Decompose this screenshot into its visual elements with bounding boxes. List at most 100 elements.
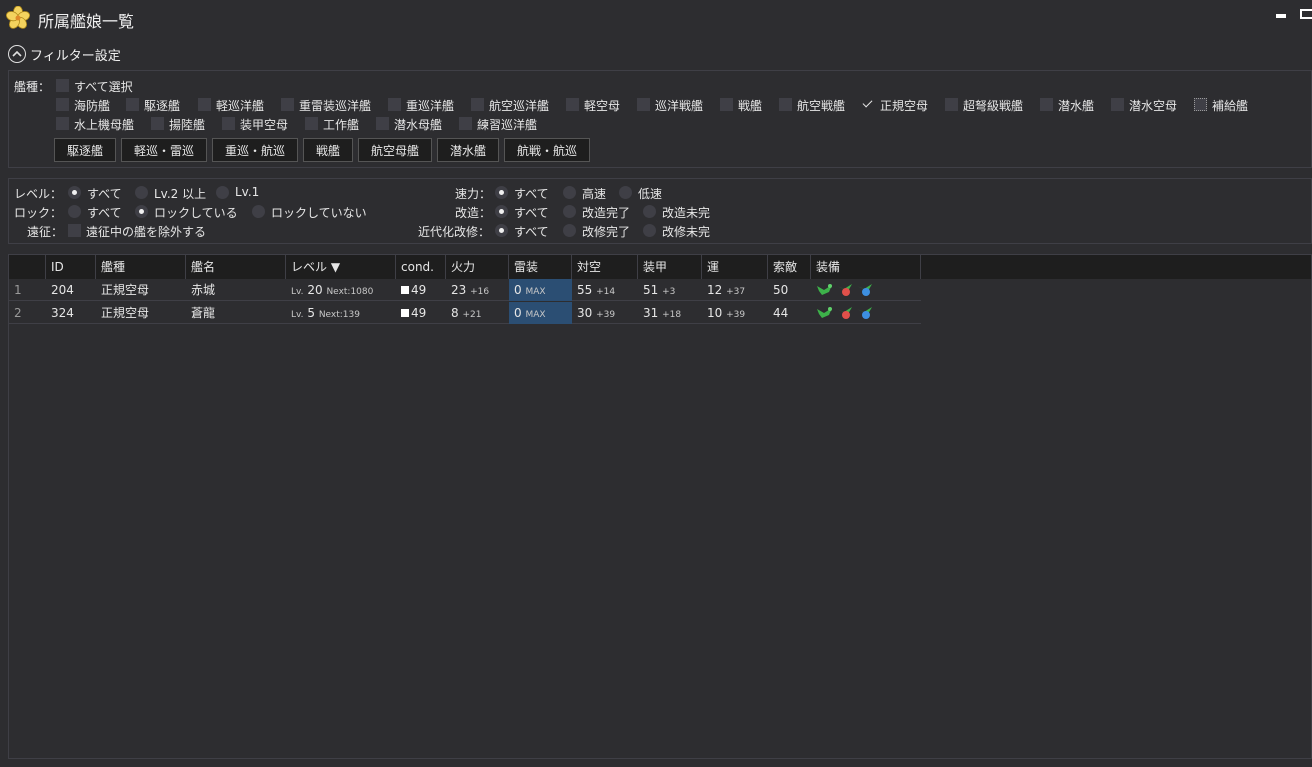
radio-label: Lv.2 以上: [154, 187, 207, 201]
radio-button[interactable]: [643, 205, 656, 218]
radio-button[interactable]: [135, 205, 148, 218]
preset-carrier-button[interactable]: 航空母艦: [358, 138, 432, 162]
preset-submarine-button[interactable]: 潜水艦: [437, 138, 499, 162]
radio-button[interactable]: [495, 186, 508, 199]
table-row[interactable]: 2 324 正規空母 蒼龍 Lv. 5 Next:139 49 8 +21 0 MAX 30 +…: [9, 302, 921, 324]
checkbox-box[interactable]: [779, 98, 792, 111]
checkbox-box[interactable]: [305, 117, 318, 130]
cell-row-number: 2: [14, 306, 22, 320]
ship-type-label: 駆逐艦: [144, 99, 181, 113]
radio-button[interactable]: [252, 205, 265, 218]
cell-cond: 49: [396, 302, 446, 324]
checkbox-box[interactable]: [945, 98, 958, 111]
col-header-luck[interactable]: 運: [702, 255, 768, 279]
checkbox-box[interactable]: [281, 98, 294, 111]
radio-label: すべて: [87, 206, 122, 220]
ship-type-label: 軽巡洋艦: [216, 99, 265, 113]
preset-aviation-battleship-button[interactable]: 航戦・航巡: [504, 138, 590, 162]
cond-value: 49: [411, 306, 427, 320]
firepower-mod: +21: [462, 310, 482, 320]
preset-destroyer-button[interactable]: 駆逐艦: [54, 138, 116, 162]
radio-button[interactable]: [495, 205, 508, 218]
col-header-name[interactable]: 艦名: [186, 255, 286, 279]
col-header-equipment[interactable]: 装備: [811, 255, 921, 279]
preset-heavy-cruiser-button[interactable]: 重巡・航巡: [212, 138, 298, 162]
radio-label: すべて: [514, 187, 549, 201]
ship-type-label: 潜水艦: [1058, 99, 1095, 113]
ship-type-label: 装甲空母: [240, 118, 289, 132]
expedition-label: 遠征：: [27, 225, 64, 239]
checkbox-box[interactable]: [151, 117, 164, 130]
filter-toggle[interactable]: フィルター設定: [8, 44, 121, 64]
checkbox-box[interactable]: [126, 98, 139, 111]
aa-value: 30: [577, 306, 593, 320]
radio-button[interactable]: [68, 186, 81, 199]
checkbox-box[interactable]: [1040, 98, 1053, 111]
maximize-icon[interactable]: [1300, 9, 1312, 19]
checkbox-box[interactable]: [1194, 98, 1207, 111]
level-value: 5: [307, 306, 315, 320]
ship-type-label: 潜水空母: [1129, 99, 1178, 113]
radio-button[interactable]: [495, 224, 508, 237]
cell-aa: 55 +14: [572, 279, 638, 301]
col-header-armor[interactable]: 装甲: [638, 255, 702, 279]
radio-button[interactable]: [135, 186, 148, 199]
radio-button[interactable]: [216, 186, 229, 199]
cell-ship-type: 正規空母: [101, 306, 150, 320]
cond-indicator: [401, 309, 409, 317]
col-header-firepower[interactable]: 火力: [446, 255, 509, 279]
checkbox-box[interactable]: [198, 98, 211, 111]
cell-equipment: [811, 302, 921, 324]
torpedo-value: 0: [514, 306, 522, 320]
armor-value: 51: [643, 283, 659, 297]
col-header-aa[interactable]: 対空: [572, 255, 638, 279]
radio-button[interactable]: [563, 186, 576, 199]
checkbox-box[interactable]: [222, 117, 235, 130]
checkbox-box[interactable]: [566, 98, 579, 111]
luck-mod: +37: [726, 287, 746, 297]
col-header-id[interactable]: ID: [46, 255, 96, 279]
cell-level: Lv. 5 Next:139: [286, 302, 396, 324]
ship-type-label: 揚陸艦: [169, 118, 206, 132]
checkbox-box[interactable]: [56, 98, 69, 111]
col-header-cond[interactable]: cond.: [396, 255, 446, 279]
table-row[interactable]: 1 204 正規空母 赤城 Lv. 20 Next:1080 49 23 +16 0 MAX 5…: [9, 279, 921, 301]
speed-label: 速力：: [455, 187, 492, 201]
radio-label: 高速: [582, 187, 607, 201]
radio-button[interactable]: [68, 205, 81, 218]
cell-ship-name: 赤城: [191, 283, 216, 297]
armor-value: 31: [643, 306, 659, 320]
cell-armor: 51 +3: [638, 279, 702, 301]
ship-type-label: 補給艦: [1212, 99, 1249, 113]
preset-light-cruiser-button[interactable]: 軽巡・雷巡: [121, 138, 207, 162]
next-exp: Next:139: [318, 310, 360, 320]
radio-button[interactable]: [643, 224, 656, 237]
lock-label: ロック：: [14, 206, 63, 220]
checkbox-box[interactable]: [637, 98, 650, 111]
checkbox-box[interactable]: [68, 224, 81, 237]
checkbox-box[interactable]: [862, 98, 875, 111]
checkbox-box[interactable]: [459, 117, 472, 130]
col-header-torpedo[interactable]: 雷装: [509, 255, 572, 279]
col-header-num[interactable]: [9, 255, 46, 279]
radio-label: 改造未完: [662, 206, 711, 220]
ship-type-label: 軽空母: [584, 99, 621, 113]
radio-label: 改修完了: [582, 225, 631, 239]
col-header-level[interactable]: レベル ▼: [286, 255, 396, 279]
checkbox-box[interactable]: [471, 98, 484, 111]
radio-button[interactable]: [563, 224, 576, 237]
minimize-icon[interactable]: [1276, 14, 1286, 18]
checkbox-box[interactable]: [56, 117, 69, 130]
col-header-type[interactable]: 艦種: [96, 255, 186, 279]
cell-cond: 49: [396, 279, 446, 301]
checkbox-box[interactable]: [720, 98, 733, 111]
fighter-plane-icon: [816, 282, 834, 296]
preset-battleship-button[interactable]: 戦艦: [303, 138, 353, 162]
checkbox-box[interactable]: [1111, 98, 1124, 111]
checkbox-box[interactable]: [376, 117, 389, 130]
checkbox-box[interactable]: [388, 98, 401, 111]
radio-button[interactable]: [619, 186, 632, 199]
checkbox-box[interactable]: [56, 79, 69, 92]
radio-button[interactable]: [563, 205, 576, 218]
col-header-los[interactable]: 索敵: [768, 255, 811, 279]
